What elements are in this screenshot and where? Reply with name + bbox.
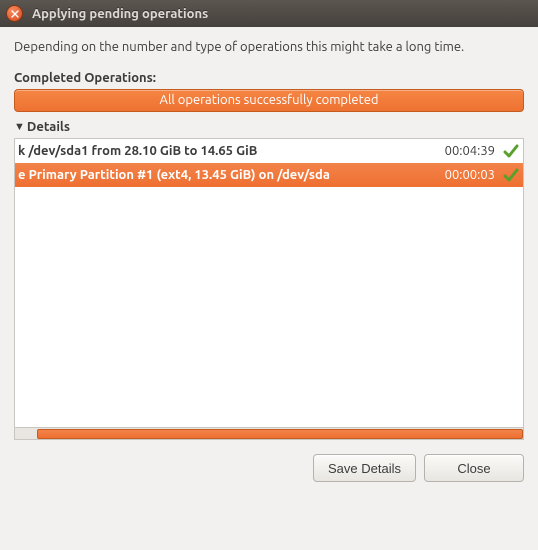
triangle-down-icon: ▼: [14, 121, 25, 133]
table-row[interactable]: k /dev/sda1 from 28.10 GiB to 14.65 GiB …: [15, 139, 523, 163]
status-bar: All operations successfully completed: [14, 89, 524, 112]
operation-duration: 00:04:39: [441, 144, 499, 158]
close-button[interactable]: Close: [424, 454, 524, 482]
save-details-button[interactable]: Save Details: [313, 454, 416, 482]
table-row[interactable]: e Primary Partition #1 (ext4, 13.45 GiB)…: [15, 163, 523, 187]
details-toggle[interactable]: ▼ Details: [14, 120, 524, 134]
checkmark-icon: [499, 167, 523, 183]
status-text: All operations successfully completed: [160, 93, 379, 107]
dialog-button-row: Save Details Close: [14, 454, 524, 482]
scroll-track: [15, 427, 523, 439]
details-label: Details: [27, 120, 70, 134]
horizontal-scrollbar[interactable]: [15, 427, 523, 439]
operations-table: k /dev/sda1 from 28.10 GiB to 14.65 GiB …: [14, 138, 524, 440]
operation-duration: 00:00:03: [441, 168, 499, 182]
operation-description: e Primary Partition #1 (ext4, 13.45 GiB)…: [15, 168, 441, 182]
close-icon: [11, 10, 19, 18]
dialog-content: Depending on the number and type of oper…: [0, 27, 538, 494]
completed-operations-label: Completed Operations:: [14, 71, 524, 85]
operation-description: k /dev/sda1 from 28.10 GiB to 14.65 GiB: [15, 144, 441, 158]
titlebar: Applying pending operations: [0, 0, 538, 27]
window-title: Applying pending operations: [32, 7, 208, 21]
scroll-thumb[interactable]: [37, 429, 523, 439]
checkmark-icon: [499, 143, 523, 159]
info-text: Depending on the number and type of oper…: [14, 40, 524, 54]
window-close-button[interactable]: [6, 5, 23, 22]
